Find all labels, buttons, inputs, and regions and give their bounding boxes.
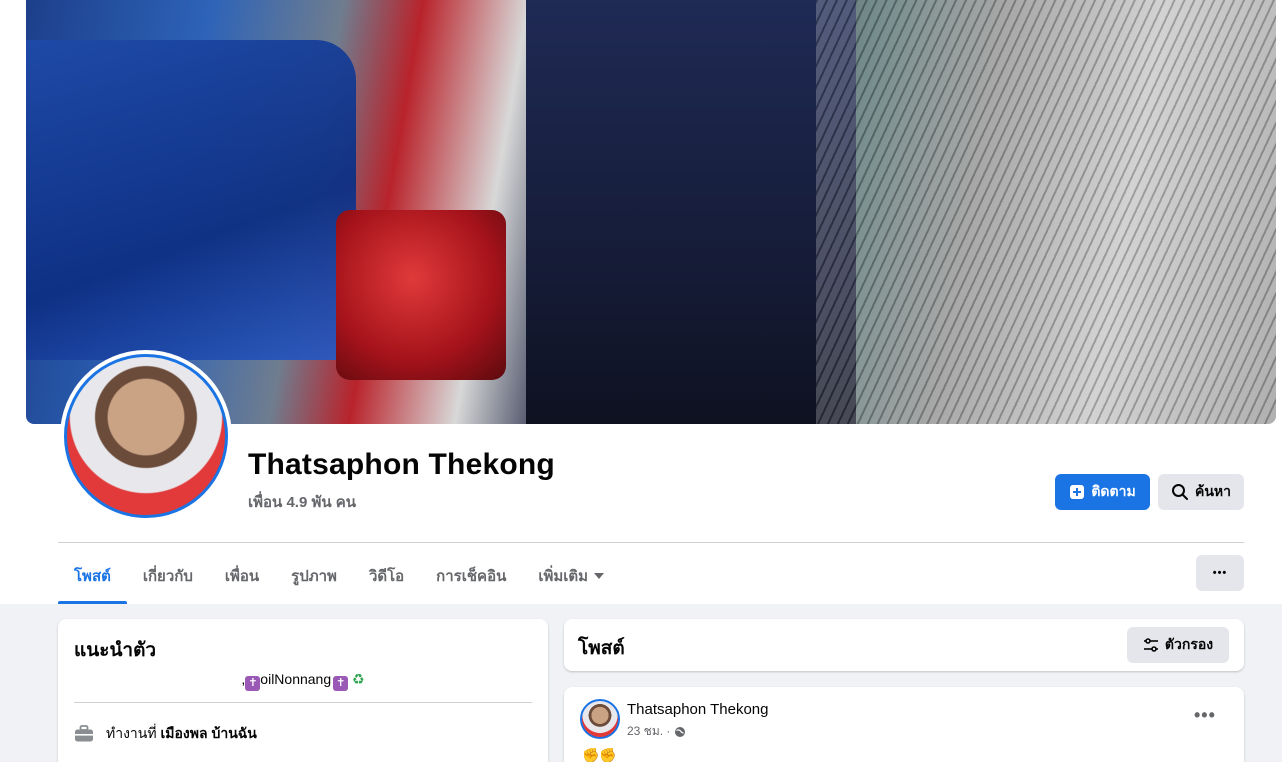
cover-photo-trees	[816, 0, 1276, 424]
intro-card: แนะนำตัว , ✝ oilNonnang ✝ ♻ ทำงานที่ เมืองพ…	[58, 619, 548, 762]
post-author-name[interactable]: Thatsaphon Thekong	[627, 701, 769, 718]
post-meta: 23 ชม. ·	[627, 722, 686, 741]
intro-bio: , ✝ oilNonnang ✝ ♻	[58, 671, 548, 691]
profile-picture[interactable]	[60, 350, 232, 522]
intro-title: แนะนำตัว	[74, 640, 157, 661]
globe-icon	[675, 726, 686, 737]
briefcase-icon	[75, 725, 93, 742]
tab-friends-label: เพื่อน	[224, 568, 260, 585]
cover-photo[interactable]	[26, 0, 1276, 424]
profile-tabs: โพสต์ เกี่ยวกับ เพื่อน รูปภาพ วิดีโอ การ…	[58, 548, 620, 604]
follow-button[interactable]: ติดตาม	[1055, 474, 1150, 510]
tab-videos[interactable]: วิดีโอ	[353, 548, 420, 604]
cover-photo-person	[526, 0, 856, 424]
cover-photo-truck	[26, 40, 356, 360]
post-card: Thatsaphon Thekong 23 ชม. · ••• ✊✊	[564, 687, 1244, 762]
cover-photo-taillight	[336, 210, 506, 380]
post-options-button[interactable]: •••	[1194, 705, 1216, 726]
tab-videos-label: วิดีโอ	[368, 568, 405, 585]
profile-header: Thatsaphon Thekong เพื่อน 4.9 พัน คน ติด…	[0, 0, 1282, 604]
friends-count-link[interactable]: เพื่อน 4.9 พัน คน	[248, 490, 356, 514]
more-options-button[interactable]: •••	[1196, 555, 1244, 591]
latin-cross-icon: ✝	[245, 676, 261, 691]
tab-checkins-label: การเช็คอิน	[436, 568, 507, 585]
header-divider	[58, 542, 1244, 543]
tab-photos-label: รูปภาพ	[291, 568, 337, 585]
tab-about-label: เกี่ยวกับ	[142, 568, 193, 585]
search-icon	[1171, 484, 1188, 500]
post-author-avatar[interactable]	[580, 699, 620, 739]
avatar	[64, 354, 228, 518]
work-place-link[interactable]: เมืองพล บ้านฉัน	[160, 725, 256, 741]
tab-more[interactable]: เพิ่มเติม	[522, 548, 620, 604]
post-timestamp[interactable]: 23 ชม. ·	[627, 722, 670, 741]
tab-more-label: เพิ่มเติม	[538, 568, 589, 585]
caret-down-icon	[594, 573, 605, 579]
work-prefix: ทำงานที่	[106, 725, 157, 741]
search-button[interactable]: ค้นหา	[1158, 474, 1244, 510]
filter-sliders-icon	[1143, 638, 1158, 652]
posts-header-card: โพสต์ ตัวกรอง	[564, 619, 1244, 671]
tab-photos[interactable]: รูปภาพ	[275, 548, 353, 604]
latin-cross-icon: ✝	[333, 676, 349, 691]
tab-friends[interactable]: เพื่อน	[209, 548, 275, 604]
tab-about[interactable]: เกี่ยวกับ	[127, 548, 209, 604]
recycle-icon: ♻	[352, 671, 365, 687]
tab-posts[interactable]: โพสต์	[58, 548, 127, 604]
more-dots-icon: •••	[1212, 567, 1228, 579]
intro-divider	[74, 702, 532, 703]
bio-name: oilNonnang	[260, 671, 332, 687]
profile-name: Thatsaphon Thekong	[248, 448, 555, 481]
tab-checkins[interactable]: การเช็คอิน	[420, 548, 522, 604]
tab-posts-label: โพสต์	[74, 568, 111, 585]
search-button-label: ค้นหา	[1194, 483, 1232, 499]
posts-title: โพสต์	[578, 638, 625, 659]
follow-button-label: ติดตาม	[1091, 483, 1136, 499]
intro-work-row: ทำงานที่ เมืองพล บ้านฉัน	[74, 723, 257, 745]
post-text: ✊✊	[582, 747, 617, 762]
filter-button-label: ตัวกรอง	[1164, 636, 1214, 652]
follow-plus-icon	[1070, 485, 1085, 499]
filter-button[interactable]: ตัวกรอง	[1127, 627, 1229, 663]
